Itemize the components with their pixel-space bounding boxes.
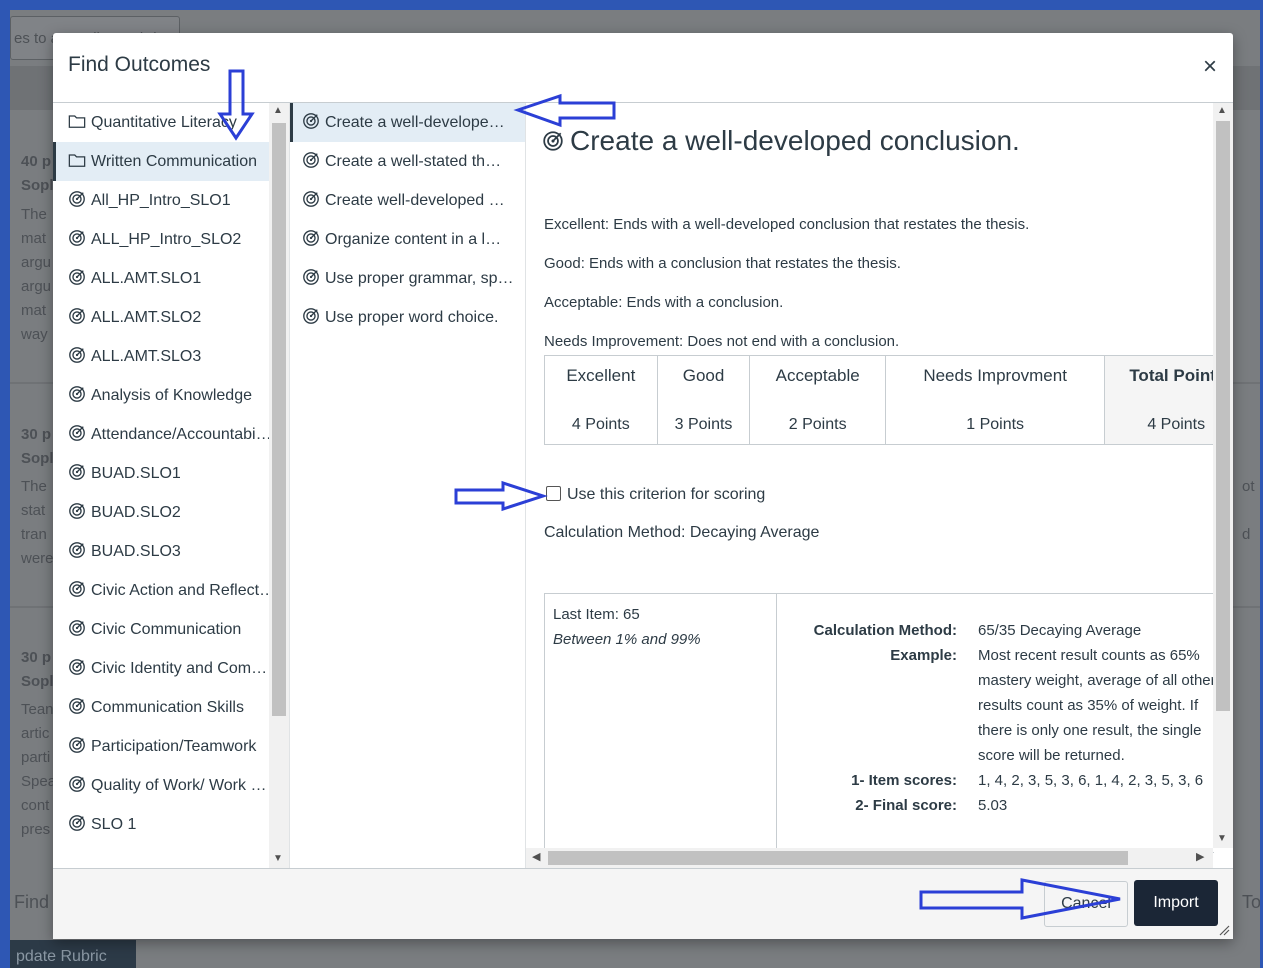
annotation-arrow-down <box>217 69 255 141</box>
annotation-arrow-right <box>454 480 548 512</box>
annotation-arrow-right-import <box>919 878 1121 920</box>
annotation-arrow-left <box>513 93 616 128</box>
annotation-arrows <box>217 69 1121 920</box>
